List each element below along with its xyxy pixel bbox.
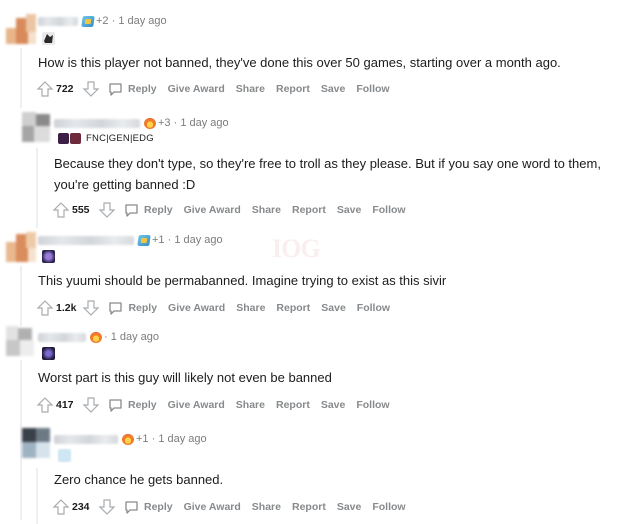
thread-line[interactable] [20, 48, 22, 108]
avatar[interactable] [6, 14, 36, 44]
share-button[interactable]: Share [236, 83, 265, 95]
save-button[interactable]: Save [321, 302, 346, 314]
arrow-up-icon[interactable] [36, 396, 54, 414]
share-button[interactable]: Share [252, 501, 281, 513]
flair-icon [42, 250, 55, 263]
username[interactable] [54, 118, 140, 128]
comment-meta: +3 · 1 day ago [158, 117, 229, 129]
save-button[interactable]: Save [337, 204, 362, 216]
flair-icon [42, 347, 55, 360]
avatar[interactable] [6, 232, 36, 262]
comment-actions: 234 Reply Give Award Share Report Save F… [52, 497, 417, 517]
avatar[interactable] [6, 326, 36, 356]
arrow-down-icon[interactable] [98, 201, 116, 219]
username[interactable] [38, 16, 78, 26]
watermark: IOG [272, 234, 321, 263]
give-award-button[interactable]: Give Award [168, 83, 225, 95]
share-button[interactable]: Share [252, 204, 281, 216]
follow-button[interactable]: Follow [357, 302, 390, 314]
comment-body: How is this player not banned, they've d… [38, 55, 561, 70]
vote-score: 722 [56, 83, 74, 95]
comment-body: Worst part is this guy will likely not e… [38, 370, 332, 385]
comment-body: Zero chance he gets banned. [54, 472, 224, 487]
comment-body: Because they don't type, so they're free… [54, 156, 601, 192]
follow-button[interactable]: Follow [356, 83, 389, 95]
reply-button[interactable]: Reply [124, 500, 184, 514]
comment-meta: +1 · 1 day ago [152, 234, 223, 246]
chat-bubble-icon [109, 302, 123, 315]
share-button[interactable]: Share [236, 302, 265, 314]
share-button[interactable]: Share [236, 399, 265, 411]
follow-button[interactable]: Follow [356, 399, 389, 411]
give-award-button[interactable]: Give Award [168, 302, 225, 314]
chat-bubble-icon [109, 399, 122, 412]
username[interactable] [38, 332, 86, 342]
give-award-button[interactable]: Give Award [184, 204, 241, 216]
arrow-up-icon[interactable] [52, 201, 70, 219]
award-icon[interactable] [144, 117, 156, 129]
save-button[interactable]: Save [321, 399, 346, 411]
user-flair: FNC|GEN|EDG [86, 133, 154, 144]
comment-meta: · 1 day ago [104, 331, 160, 343]
comment-meta: +1 · 1 day ago [136, 433, 207, 445]
thread-line[interactable] [36, 148, 38, 228]
username[interactable] [54, 434, 118, 444]
report-button[interactable]: Report [276, 302, 310, 314]
vote-score: 417 [56, 399, 74, 411]
report-button[interactable]: Report [292, 501, 326, 513]
reply-button[interactable]: Reply [108, 398, 168, 412]
award-icon[interactable] [122, 433, 134, 445]
arrow-up-icon[interactable] [52, 498, 70, 516]
username[interactable] [38, 235, 134, 245]
comment-actions: 417 Reply Give Award Share Report Save F… [36, 395, 401, 415]
report-button[interactable]: Report [276, 83, 310, 95]
avatar[interactable] [22, 112, 52, 142]
award-icon[interactable] [81, 15, 95, 27]
report-button[interactable]: Report [276, 399, 310, 411]
flair-icon [42, 32, 55, 45]
flair-icon [58, 133, 69, 144]
give-award-button[interactable]: Give Award [168, 399, 225, 411]
report-button[interactable]: Report [292, 204, 326, 216]
give-award-button[interactable]: Give Award [184, 501, 241, 513]
thread-line[interactable] [36, 468, 38, 524]
comment-actions: 1.2k Reply Give Award Share Report Save … [36, 298, 401, 318]
vote-score: 1.2k [56, 302, 77, 314]
thread-line[interactable] [20, 266, 22, 326]
avatar[interactable] [22, 428, 52, 458]
arrow-up-icon[interactable] [36, 299, 54, 317]
arrow-up-icon[interactable] [36, 80, 54, 98]
reply-button[interactable]: Reply [108, 82, 168, 96]
follow-button[interactable]: Follow [372, 501, 405, 513]
chat-bubble-icon [109, 83, 122, 96]
reply-button[interactable]: Reply [124, 203, 184, 217]
arrow-down-icon[interactable] [82, 396, 100, 414]
vote-score: 234 [72, 501, 90, 513]
comment-actions: 555 Reply Give Award Share Report Save F… [52, 200, 417, 220]
arrow-down-icon[interactable] [82, 299, 100, 317]
chat-bubble-icon [125, 204, 138, 217]
save-button[interactable]: Save [337, 501, 362, 513]
arrow-down-icon[interactable] [82, 80, 100, 98]
award-icon[interactable] [90, 331, 102, 343]
comment-meta: +2 · 1 day ago [96, 15, 167, 27]
flair-icon [70, 133, 81, 144]
chat-bubble-icon [125, 501, 138, 514]
save-button[interactable]: Save [321, 83, 346, 95]
arrow-down-icon[interactable] [98, 498, 116, 516]
vote-score: 555 [72, 204, 90, 216]
flair-icon [58, 449, 71, 462]
follow-button[interactable]: Follow [372, 204, 405, 216]
comment-body: This yuumi should be permabanned. Imagin… [38, 273, 447, 288]
reply-button[interactable]: Reply [108, 301, 168, 315]
award-icon[interactable] [137, 234, 151, 246]
comment-actions: 722 Reply Give Award Share Report Save F… [36, 79, 401, 99]
